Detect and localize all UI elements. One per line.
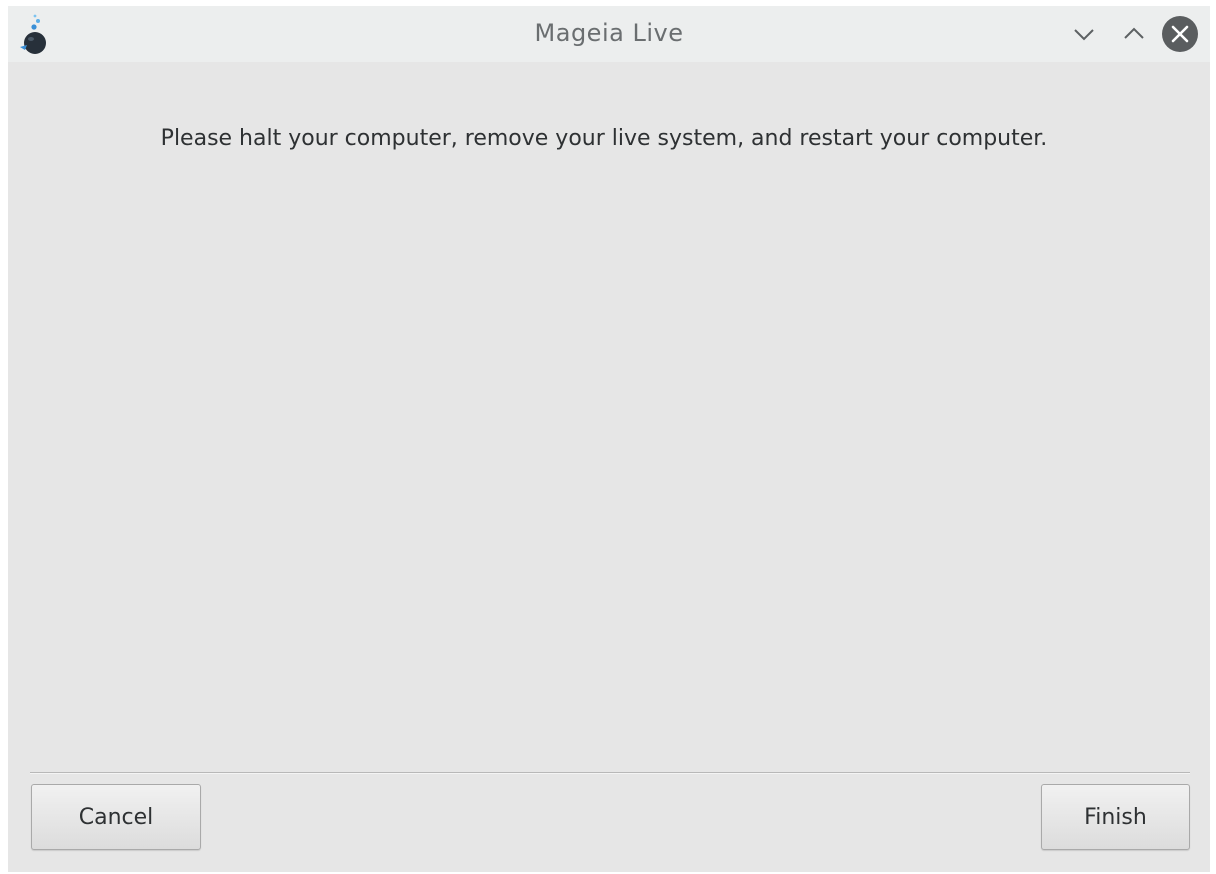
instruction-message: Please halt your computer, remove your l… <box>160 126 1048 151</box>
chevron-up-icon <box>1124 27 1144 39</box>
close-icon <box>1162 16 1198 52</box>
maximize-button[interactable] <box>1116 16 1152 52</box>
button-separator <box>30 772 1190 774</box>
installer-window: Mageia Live Please halt your computer, r… <box>8 6 1210 872</box>
finish-button[interactable]: Finish <box>1041 784 1190 850</box>
title-bar[interactable]: Mageia Live <box>8 6 1210 62</box>
cancel-button[interactable]: Cancel <box>31 784 201 850</box>
minimize-button[interactable] <box>1066 16 1102 52</box>
mageia-logo-icon <box>18 12 54 56</box>
close-button[interactable] <box>1162 16 1198 52</box>
window-title: Mageia Live <box>534 19 684 47</box>
chevron-down-icon <box>1074 29 1094 41</box>
